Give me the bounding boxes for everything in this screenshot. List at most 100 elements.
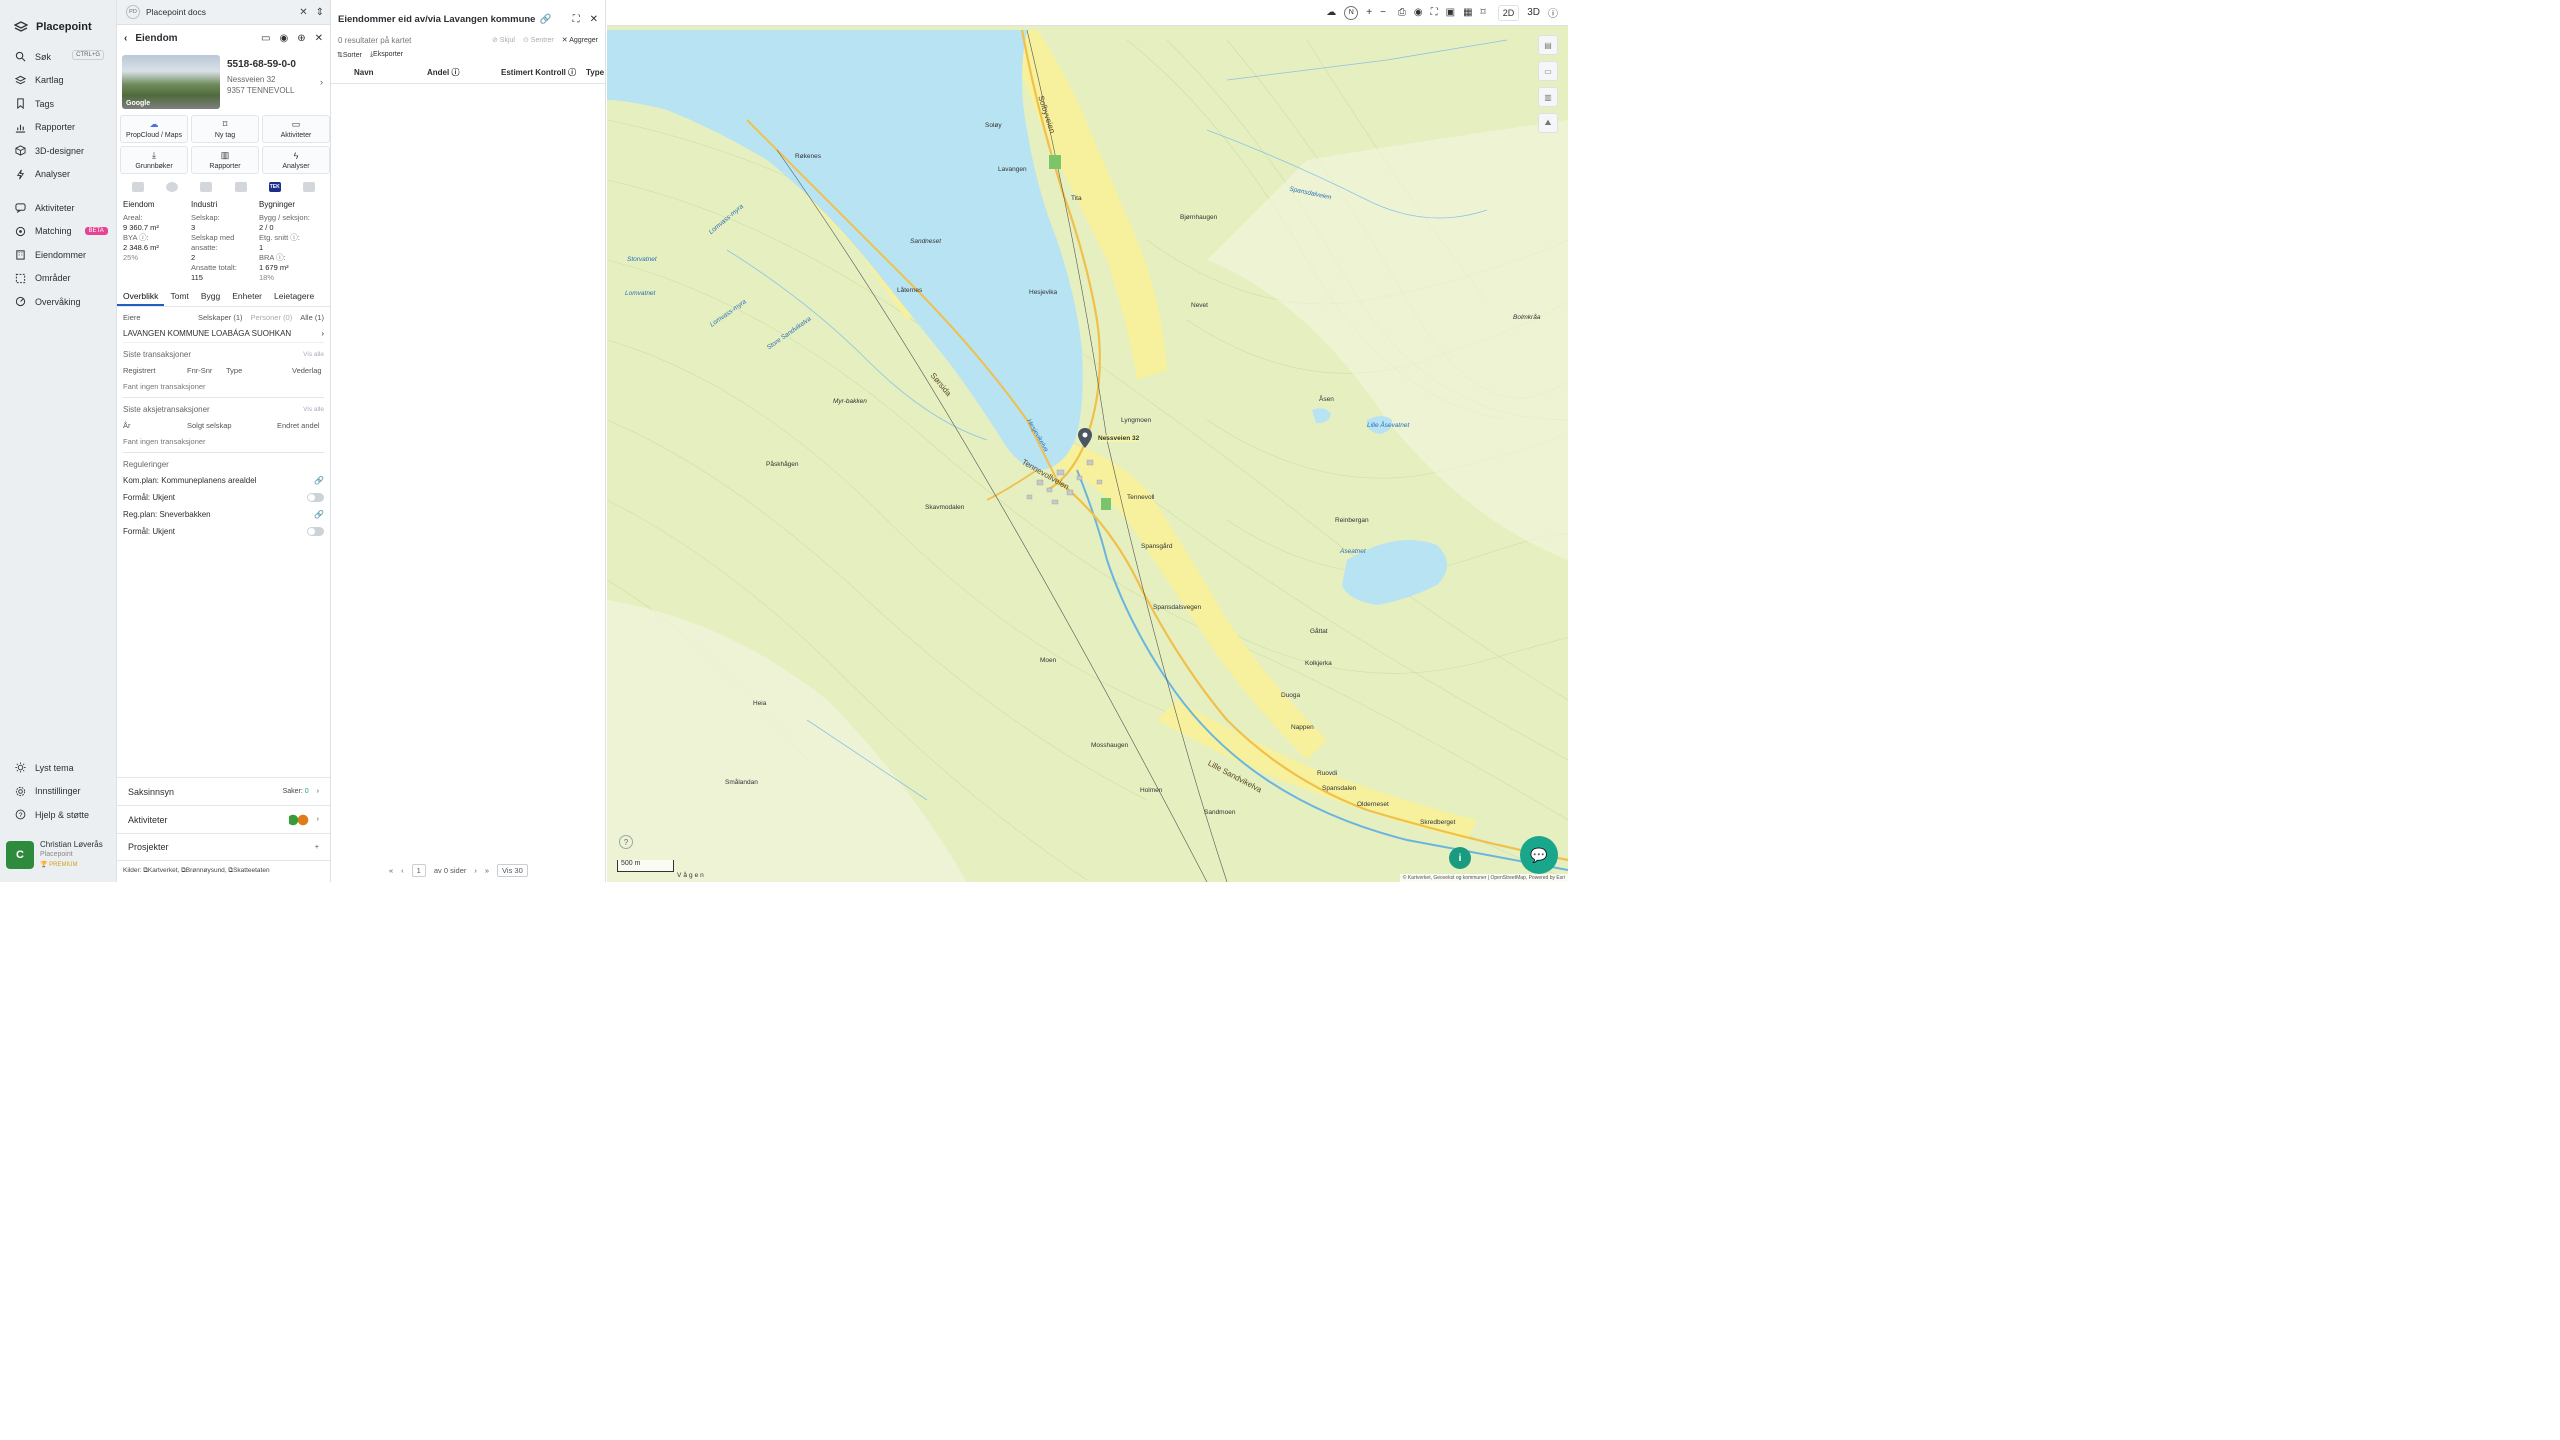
eye-icon[interactable]: ◉ [279, 33, 288, 44]
land-registry-button[interactable]: ⤓ Grunnbøker [120, 146, 188, 174]
tab-leietagere[interactable]: Leietagere [268, 291, 320, 306]
page-input[interactable]: 1 [411, 864, 426, 877]
close-icon[interactable]: ✕ [590, 14, 598, 25]
view-2d-button[interactable]: 2D [1497, 4, 1520, 21]
nav-item-rapporter[interactable]: Rapporter [0, 116, 116, 140]
link-icon[interactable]: 🔗 [539, 14, 551, 25]
nav-item-analyser[interactable]: Analyser [0, 163, 116, 187]
nav-item-3d-designer[interactable]: 3D-designer [0, 139, 116, 163]
help-icon[interactable]: ? [619, 835, 633, 849]
source-link[interactable]: Skatteetaten [233, 867, 270, 874]
tek-icon[interactable]: TEK [268, 182, 281, 192]
activities-button[interactable]: ▭ Aktiviteter [262, 115, 330, 143]
close-icon[interactable]: ✕ [299, 7, 307, 18]
grid-icon[interactable]: ▦ [1463, 7, 1472, 18]
print-icon[interactable]: ⎙ [1398, 7, 1406, 18]
fullscreen-icon[interactable]: ⛶ [1431, 7, 1438, 18]
link-icon[interactable]: 🔗 [314, 476, 324, 485]
map-view[interactable]: Solbyveien Soløy Lavangen Tita Bjørnhaug… [607, 0, 1568, 882]
view-all-link[interactable]: Vis alle [303, 406, 324, 413]
accordion-prosjekter[interactable]: Prosjekter + [117, 833, 330, 861]
camera-icon[interactable]: ▣ [1446, 7, 1455, 18]
nav-item-lyst-tema[interactable]: Lyst tema [0, 756, 116, 780]
next-page-icon[interactable]: › [474, 866, 477, 875]
nav-item-hjelp[interactable]: ? Hjelp & støtte [0, 803, 116, 827]
cloud-icon[interactable]: ☁ [1326, 7, 1336, 18]
center-button[interactable]: ⊙ Sentrer [523, 36, 554, 44]
nav-item-overvaking[interactable]: Overvåking [0, 290, 116, 314]
first-page-icon[interactable]: « [389, 866, 393, 875]
regulation-row[interactable]: Kom.plan: Kommuneplanens arealdel 🔗 [123, 472, 324, 489]
last-page-icon[interactable]: » [485, 866, 489, 875]
nav-item-tags[interactable]: Tags [0, 92, 116, 116]
analyses-button[interactable]: ϟ Analyser [262, 146, 330, 174]
nav-item-kartlag[interactable]: Kartlag [0, 69, 116, 93]
zoom-out-icon[interactable]: − [1380, 7, 1386, 18]
brand[interactable]: Placepoint [0, 0, 116, 40]
profile-icon[interactable]: ⛰ [1538, 113, 1558, 133]
view-all-link[interactable]: Vis alle [303, 351, 324, 358]
info-icon[interactable]: ⓘ [1548, 5, 1558, 20]
export-button[interactable]: ⤓Eksporter [370, 51, 403, 59]
filter-companies[interactable]: Selskaper (1) [198, 313, 243, 322]
property-card[interactable]: Google 5518-68-59-0-0 Nessveien 32 9357 T… [117, 51, 330, 109]
toggle[interactable] [307, 493, 324, 502]
nav-item-matching[interactable]: Matching BETA [0, 220, 116, 244]
compass-icon[interactable]: N [1344, 5, 1359, 20]
new-tag-button[interactable]: ⌑ Ny tag [191, 115, 259, 143]
source-link[interactable]: Kartverket [148, 867, 178, 874]
measure-icon[interactable]: ▭ [1538, 61, 1558, 81]
location-marker-icon[interactable] [1078, 428, 1092, 450]
chevron-updown-icon[interactable]: ⇕ [316, 7, 324, 18]
globe-icon[interactable] [166, 182, 179, 192]
chat-button[interactable]: 💬 [1520, 836, 1558, 874]
owner-row[interactable]: LAVANGEN KOMMUNE LOABÁGA SUOHKAN › [123, 325, 324, 343]
bookmark-icon[interactable]: ⌑ [1481, 7, 1486, 18]
expand-icon[interactable]: ⛶ [573, 14, 580, 25]
close-icon[interactable]: ✕ [315, 33, 323, 44]
add-icon[interactable]: ⊕ [297, 33, 305, 44]
filter-all[interactable]: Alle (1) [300, 313, 324, 322]
sort-button[interactable]: ⇅Sorter [337, 51, 362, 59]
nav-item-eiendommer[interactable]: Eiendommer [0, 243, 116, 267]
hide-button[interactable]: ⊘ Skjul [492, 36, 515, 44]
workspace-tab[interactable]: PD Placepoint docs ✕ ⇕ [117, 0, 330, 25]
eye-icon[interactable]: ◉ [1414, 7, 1423, 18]
nav-item-aktiviteter[interactable]: Aktiviteter [0, 196, 116, 220]
industry-icon[interactable] [200, 182, 213, 192]
column-header[interactable]: Estimert Kontroll ⓘ [501, 67, 586, 78]
column-header[interactable]: Andel ⓘ [427, 67, 501, 78]
nav-item-sok[interactable]: Søk CTRL+G [0, 45, 116, 69]
nav-item-omrader[interactable]: Områder [0, 267, 116, 291]
chart-icon[interactable]: ▥ [1538, 87, 1558, 107]
filter-persons[interactable]: Personer (0) [251, 313, 293, 322]
accordion-aktiviteter[interactable]: Aktiviteter › [117, 805, 330, 833]
map-layer-icon[interactable] [132, 182, 145, 192]
street-view-thumbnail[interactable]: Google [122, 55, 220, 109]
regulation-row[interactable]: Reg.plan: Sneverbakken 🔗 [123, 506, 324, 523]
back-icon[interactable]: ‹ [124, 33, 127, 44]
source-link[interactable]: Brønnøysund [186, 867, 225, 874]
panorama-icon[interactable]: ▭ [261, 33, 270, 44]
tab-overblikk[interactable]: Overblikk [117, 291, 165, 306]
zoom-in-icon[interactable]: + [1366, 7, 1372, 18]
accordion-saksinnsyn[interactable]: Saksinnsyn Saker: 0 › [117, 777, 330, 805]
column-header[interactable]: Type [586, 68, 604, 77]
aggregate-button[interactable]: ✕ Aggreger [562, 36, 598, 44]
user-profile[interactable]: C Christian Løverås Placepoint 🏆 PREMIUM [6, 837, 110, 873]
layers-icon[interactable]: ▤ [1538, 35, 1558, 55]
column-header[interactable]: Navn [354, 68, 427, 77]
link-icon[interactable]: 🔗 [314, 510, 324, 519]
tab-enheter[interactable]: Enheter [226, 291, 268, 306]
tab-bygg[interactable]: Bygg [195, 291, 226, 306]
reports-button[interactable]: ▥ Rapporter [191, 146, 259, 174]
nav-item-innstillinger[interactable]: Innstillinger [0, 780, 116, 804]
per-page-select[interactable]: Vis 30 [497, 864, 528, 877]
house-icon[interactable] [302, 182, 315, 192]
add-icon[interactable]: + [315, 844, 319, 851]
prev-page-icon[interactable]: ‹ [401, 866, 404, 875]
info-button[interactable]: i [1449, 847, 1471, 869]
toggle[interactable] [307, 527, 324, 536]
propcloud-button[interactable]: ☁ PropCloud / Maps [120, 115, 188, 143]
tab-tomt[interactable]: Tomt [164, 291, 194, 306]
